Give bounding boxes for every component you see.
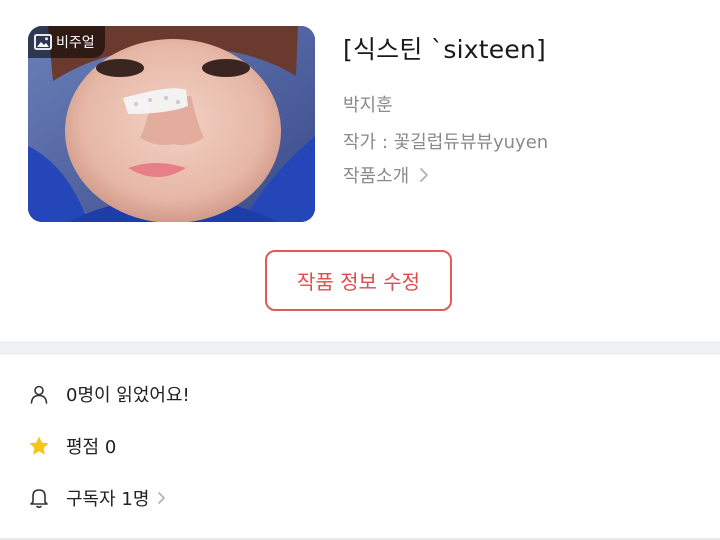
chevron-right-icon [420, 168, 429, 182]
star-icon [28, 435, 50, 457]
person-icon [28, 383, 50, 405]
author-line: 작가 : 꽃길럽듀뷰뷰yuyen [343, 132, 549, 153]
work-title: [식스틴 `sixteen] [343, 35, 546, 64]
section-divider [0, 341, 720, 355]
views-text: 0명이 읽었어요! [66, 385, 190, 406]
image-icon [34, 34, 52, 50]
bell-icon [28, 487, 50, 509]
intro-label: 작품소개 [343, 166, 410, 187]
views-stat: 0명이 읽었어요! [28, 379, 190, 409]
edit-work-info-button[interactable]: 작품 정보 수정 [265, 250, 452, 311]
subscribers-stat[interactable]: 구독자 1명 [28, 483, 166, 513]
rating-stat: 평점 0 [28, 431, 116, 461]
cover-image[interactable]: 비주얼 [28, 26, 315, 222]
subscribers-text: 구독자 1명 [66, 489, 150, 510]
visual-badge-label: 비주얼 [56, 35, 95, 51]
work-detail-page: 비주얼 [식스틴 `sixteen] 박지훈 작가 : 꽃길럽듀뷰뷰yuyen … [0, 0, 720, 540]
visual-badge: 비주얼 [28, 26, 105, 58]
rating-text: 평점 0 [66, 437, 117, 458]
intro-link[interactable]: 작품소개 [343, 162, 429, 188]
chevron-right-icon [158, 492, 166, 504]
hero-name: 박지훈 [343, 95, 393, 116]
